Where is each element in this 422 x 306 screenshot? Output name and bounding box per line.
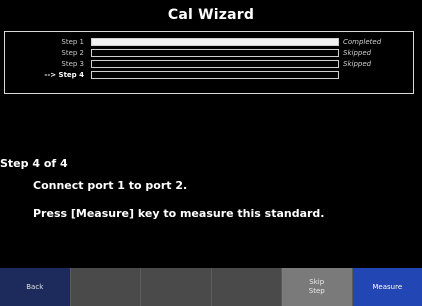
step-status: Skipped [343,60,372,68]
step-label: Step 3 [61,60,84,68]
step-row-3: Step 3 Skipped [5,59,413,69]
softkey-4[interactable] [211,268,282,306]
step-row-2: Step 2 Skipped [5,48,413,58]
step-status: Skipped [343,49,372,57]
instruction-measure: Press [Measure] key to measure this stan… [33,207,325,220]
softkey-bar: Back Skip Step Measure [0,268,422,306]
step-progress-fill [92,39,338,45]
skip-step-button[interactable]: Skip Step [282,268,353,306]
step-label-current: --> Step 4 [44,71,84,79]
step-label: Step 1 [61,38,84,46]
step-progress-bar [91,60,339,68]
measure-button[interactable]: Measure [352,268,422,306]
title-bar: Cal Wizard [0,0,422,29]
window-title: Cal Wizard [167,6,255,23]
step-heading: Step 4 of 4 [0,157,68,170]
softkey-2[interactable] [70,268,141,306]
softkey-3[interactable] [141,268,212,306]
step-status: Completed [343,38,382,46]
step-row-4: --> Step 4 [5,70,413,80]
back-button[interactable]: Back [0,268,71,306]
step-progress-bar [91,49,339,57]
steps-panel: Step 1 Completed Step 2 Skipped Step 3 S… [4,31,414,94]
step-progress-bar [91,71,339,79]
step-row-1: Step 1 Completed [5,37,413,47]
step-label: Step 2 [61,49,84,57]
step-progress-bar [91,38,339,46]
instruction-connect: Connect port 1 to port 2. [33,179,188,192]
